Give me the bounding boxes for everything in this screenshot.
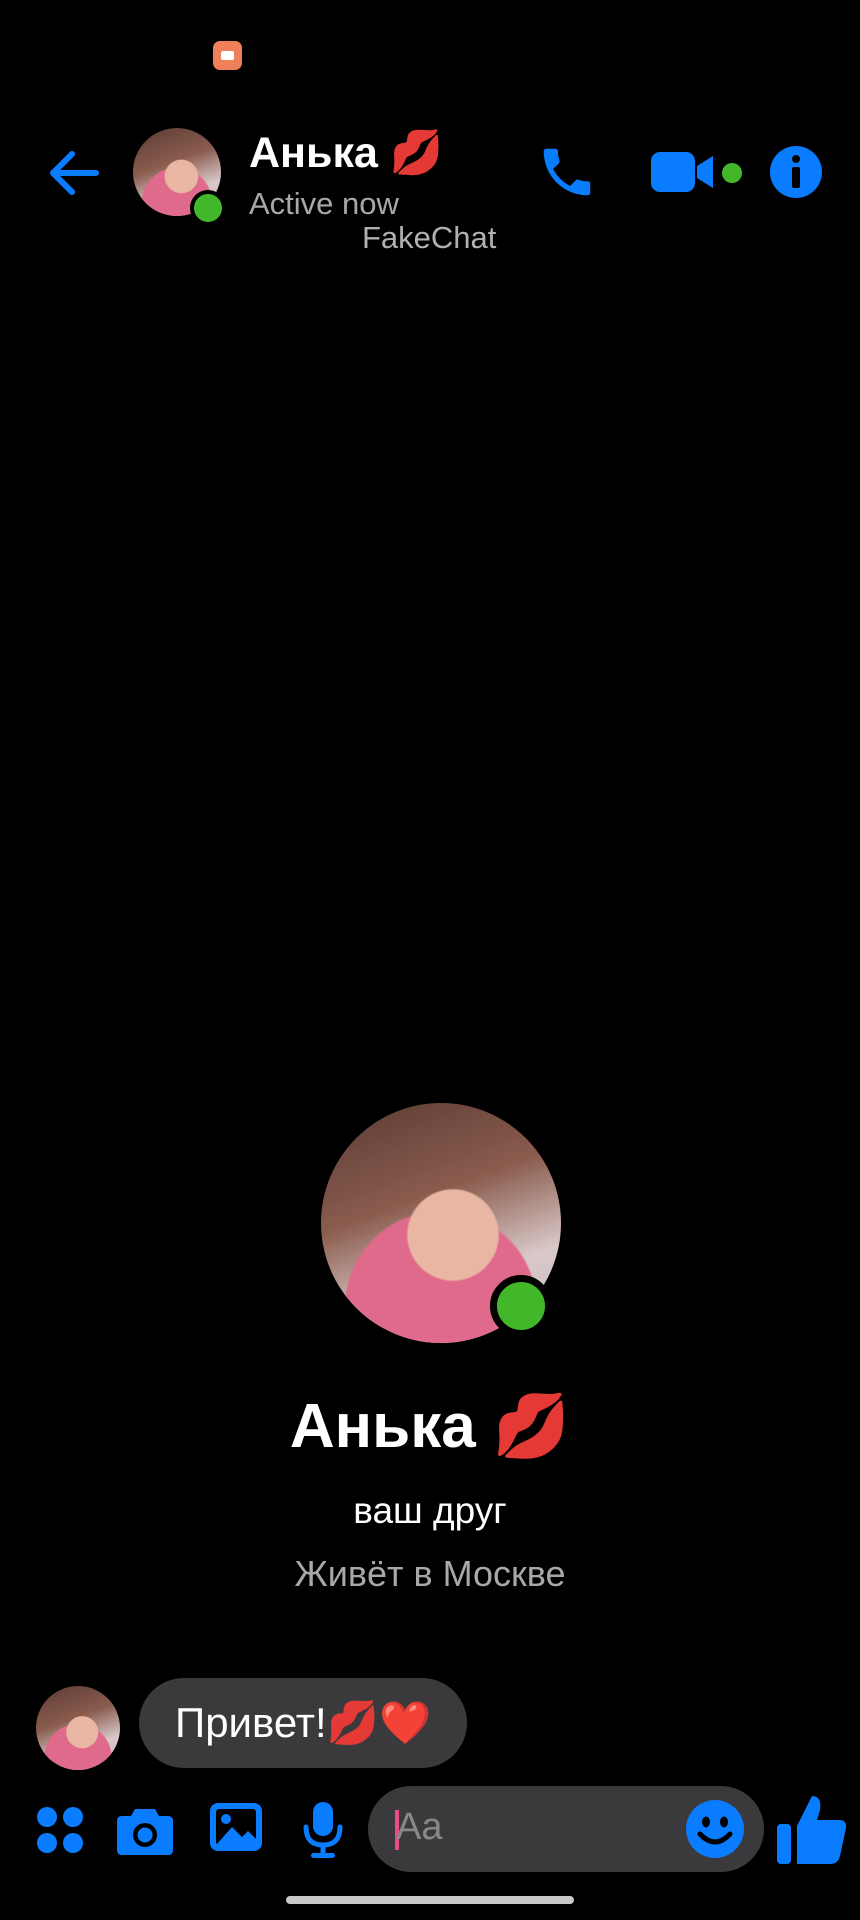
gallery-icon[interactable] (208, 1801, 264, 1853)
header-contact-name[interactable]: Анька 💋 (249, 128, 443, 178)
video-active-dot (722, 163, 742, 183)
video-camera-icon[interactable] (649, 150, 717, 194)
info-icon[interactable] (770, 146, 822, 198)
status-bar-app-icon (213, 41, 242, 70)
arrow-left-icon[interactable] (46, 145, 102, 201)
apps-icon[interactable] (36, 1806, 84, 1854)
phone-icon[interactable] (536, 141, 598, 203)
profile-name: Анька 💋 (289, 1392, 571, 1461)
watermark-label: FakeChat (362, 220, 497, 255)
profile-online-indicator (490, 1275, 552, 1337)
microphone-icon[interactable] (302, 1801, 344, 1859)
camera-icon[interactable] (116, 1805, 174, 1857)
home-indicator[interactable] (286, 1896, 574, 1904)
profile-location: Живёт в Москве (294, 1553, 566, 1594)
message-avatar[interactable] (36, 1686, 120, 1770)
profile-relation: ваш друг (353, 1490, 507, 1531)
thumbs-up-icon[interactable] (776, 1792, 848, 1866)
message-bubble[interactable]: Привет!💋❤️ (139, 1678, 468, 1768)
message-input[interactable]: Aa (396, 1806, 442, 1849)
online-indicator (190, 190, 226, 226)
active-status: Active now (249, 186, 399, 221)
emoji-icon[interactable] (686, 1800, 744, 1858)
